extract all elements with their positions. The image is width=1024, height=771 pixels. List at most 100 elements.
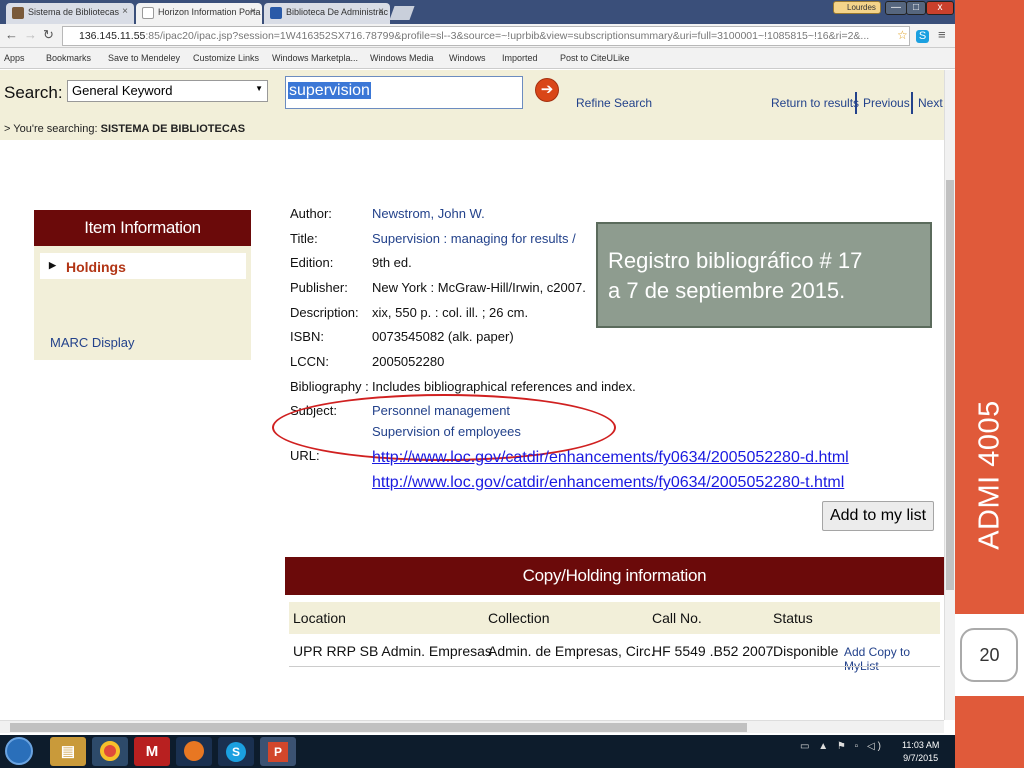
clock[interactable]: 11:03 AM 9/7/2015	[902, 739, 939, 765]
skype-icon[interactable]: S	[218, 737, 254, 766]
user-name: Lourdes	[847, 3, 876, 12]
vertical-scrollbar[interactable]	[944, 70, 955, 720]
tab-horizon[interactable]: Horizon Information Porta ×	[136, 3, 262, 24]
bookmark-imported[interactable]: Imported	[502, 53, 538, 63]
catalog-page: Search: General Keyword ▼ supervision ➔ …	[0, 70, 944, 720]
search-type-select[interactable]: General Keyword ▼	[67, 80, 268, 102]
cell-status: Disponible	[773, 643, 839, 659]
bookmark-bookmarks[interactable]: Bookmarks	[46, 53, 91, 63]
cell-call-no: HF 5549 .B52 2007	[652, 643, 774, 659]
windows-start-icon[interactable]	[5, 737, 33, 765]
bookmark-customize-links[interactable]: Customize Links	[193, 53, 259, 63]
close-window-button[interactable]: x	[926, 1, 954, 15]
title-link[interactable]: Supervision : managing for results /	[372, 231, 576, 246]
search-input[interactable]: supervision	[285, 76, 523, 109]
tab-sistema[interactable]: Sistema de Bibliotecas ×	[6, 3, 134, 24]
windows-taskbar: ▤ M S P ▭ ▲ ⚑ ▫ ◁) 11:03 AM 9/7/2015	[0, 735, 955, 768]
tab-label: Horizon Information Porta	[158, 7, 261, 17]
clock-date: 9/7/2015	[903, 753, 939, 763]
close-tab-icon[interactable]: ×	[378, 6, 384, 17]
explorer-icon[interactable]: ▤	[50, 737, 86, 766]
row-divider	[289, 666, 940, 667]
lccn-label: LCCN:	[290, 354, 330, 369]
tab-biblioteca[interactable]: Biblioteca De Administrac ×	[264, 3, 390, 24]
maximize-icon: □	[912, 2, 920, 13]
back-arrow-icon[interactable]: ←	[5, 27, 18, 43]
url-link-description[interactable]: http://www.loc.gov/catdir/enhancements/f…	[372, 449, 849, 467]
cell-location: UPR RRP SB Admin. Empresas	[293, 643, 492, 659]
return-to-results-link[interactable]: Return to results	[771, 96, 859, 110]
minimize-button[interactable]: —	[885, 1, 907, 15]
callout-line-1: Registro bibliográfico # 17	[608, 248, 863, 273]
library-favicon-icon	[12, 7, 24, 19]
add-to-my-list-button[interactable]: Add to my list	[822, 501, 934, 531]
url-label: URL:	[290, 448, 320, 463]
bookmark-apps[interactable]: Apps	[4, 53, 25, 63]
close-tab-icon[interactable]: ×	[122, 6, 128, 17]
maximize-button[interactable]: □	[906, 1, 926, 15]
add-copy-link[interactable]: Add Copy to MyList	[844, 645, 944, 673]
close-tab-icon[interactable]: ×	[250, 6, 256, 17]
close-icon: x	[937, 2, 943, 13]
column-header-collection: Collection	[488, 610, 550, 626]
previous-link[interactable]: Previous	[863, 96, 910, 110]
search-type-value: General Keyword	[72, 83, 173, 98]
search-go-button[interactable]: ➔	[535, 78, 559, 102]
description-value: xix, 550 p. : col. ill. ; 26 cm.	[372, 305, 529, 320]
system-tray-icons[interactable]: ▭ ▲ ⚑ ▫ ◁)	[800, 741, 884, 752]
author-label: Author:	[290, 206, 332, 221]
scroll-thumb[interactable]	[946, 180, 954, 590]
isbn-label: ISBN:	[290, 329, 324, 344]
searching-prefix: > You're searching:	[4, 123, 98, 135]
column-header-call-no: Call No.	[652, 610, 702, 626]
scroll-thumb[interactable]	[10, 723, 747, 732]
next-link[interactable]: Next	[918, 96, 943, 110]
bookmark-windows-media[interactable]: Windows Media	[370, 53, 434, 63]
item-info-panel: Item Information ▶ Holdings MARC Display	[34, 210, 251, 360]
lccn-value: 2005052280	[372, 354, 445, 369]
searching-info: > You're searching: SISTEMA DE BIBLIOTEC…	[4, 123, 245, 135]
address-bar[interactable]: 136.145.11.55:85/ipac20/ipac.jsp?session…	[62, 26, 910, 46]
course-code: ADMI 4005	[973, 400, 1005, 550]
description-label: Description:	[290, 305, 359, 320]
menu-icon[interactable]: ≡	[938, 27, 946, 43]
edition-label: Edition:	[290, 255, 334, 270]
callout-line-2: a 7 de septiembre 2015.	[608, 278, 846, 303]
chrome-icon[interactable]	[92, 737, 128, 766]
marc-display-link[interactable]: MARC Display	[50, 335, 135, 350]
publisher-label: Publisher:	[290, 280, 348, 295]
bookmark-windows[interactable]: Windows	[449, 53, 486, 63]
tab-bar: Sistema de Bibliotecas × Horizon Informa…	[0, 0, 955, 24]
address-toolbar: ← → ↻ 136.145.11.55:85/ipac20/ipac.jsp?s…	[0, 24, 955, 48]
forward-arrow-icon[interactable]: →	[24, 27, 37, 43]
url-link-toc[interactable]: http://www.loc.gov/catdir/enhancements/f…	[372, 474, 844, 492]
url-host: 136.145.11.55	[79, 30, 146, 42]
arrow-right-icon: ➔	[540, 81, 554, 98]
holdings-label: Holdings	[66, 259, 126, 275]
bookmark-star-icon[interactable]: ☆	[897, 27, 908, 43]
reload-icon[interactable]: ↻	[43, 27, 54, 43]
url-path: :85/ipac20/ipac.jsp?session=1W416352SX71…	[145, 30, 870, 42]
bibliography-label: Bibliography :	[290, 379, 369, 394]
author-link[interactable]: Newstrom, John W.	[372, 206, 485, 221]
slide-page-number: 20	[955, 614, 1024, 696]
bookmark-citeulike[interactable]: Post to CiteULike	[560, 53, 630, 63]
column-header-location: Location	[293, 610, 346, 626]
firefox-icon[interactable]	[176, 737, 212, 766]
m-icon[interactable]: M	[134, 737, 170, 766]
bibliography-value: Includes bibliographical references and …	[372, 379, 636, 394]
powerpoint-icon[interactable]: P	[260, 737, 296, 766]
new-tab-button[interactable]	[389, 6, 415, 20]
minimize-icon: —	[891, 2, 901, 13]
column-header-status: Status	[773, 610, 813, 626]
item-info-title: Item Information	[34, 210, 251, 246]
bookmark-mendeley[interactable]: Save to Mendeley	[108, 53, 180, 63]
copy-table-header: Location Collection Call No. Status	[289, 602, 940, 634]
horizontal-scrollbar[interactable]	[0, 720, 944, 733]
skype-extension-icon[interactable]: S	[916, 30, 929, 43]
triangle-right-icon: ▶	[49, 260, 56, 270]
user-profile-badge[interactable]: Lourdes	[833, 1, 881, 14]
bookmark-marketplace[interactable]: Windows Marketpla...	[272, 53, 358, 63]
refine-search-link[interactable]: Refine Search	[576, 96, 652, 110]
holdings-link[interactable]: ▶ Holdings	[40, 253, 246, 279]
